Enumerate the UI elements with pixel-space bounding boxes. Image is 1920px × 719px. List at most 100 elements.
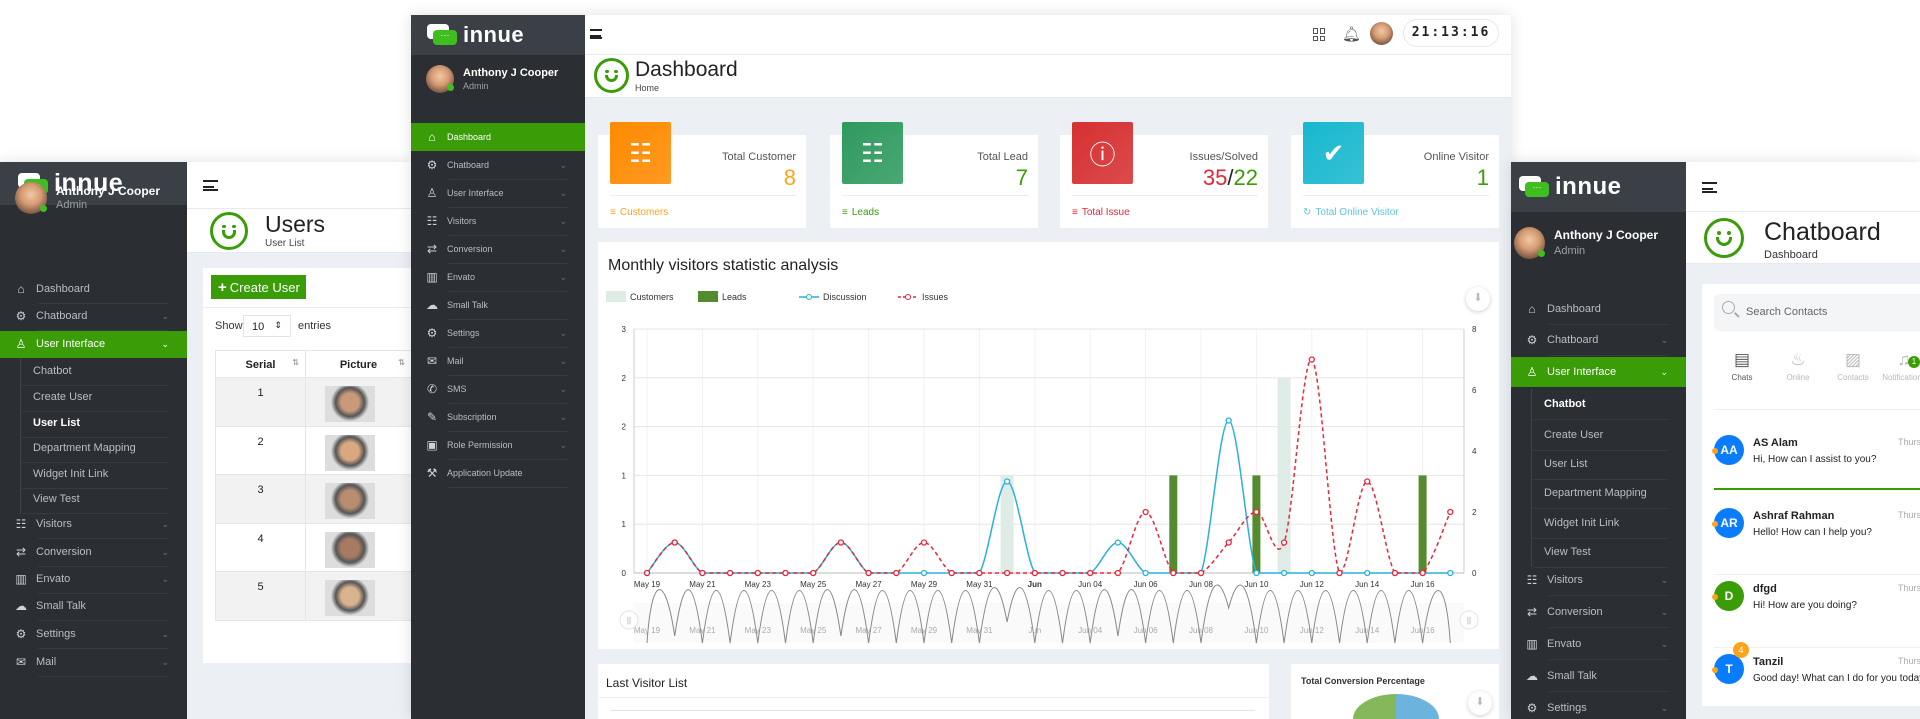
x-axis-tick-label: May 29 [911, 580, 938, 589]
sidebar-subitem-view-test[interactable]: View Test [1511, 537, 1686, 567]
sidebar-subitem-chatbot[interactable]: Chatbot [0, 358, 187, 385]
divider [1549, 355, 1668, 356]
chevron-down-icon: ⌄ [1660, 334, 1668, 345]
sidebar-subitem-label: Widget Init Link [33, 468, 109, 480]
sidebar-subitem-create-user[interactable]: Create User [1511, 420, 1686, 450]
navigator-tick-label: Jun 12 [1300, 626, 1325, 635]
sidebar-item-envato[interactable]: ▥ Envato ⌄ [0, 566, 187, 593]
point-issues [1308, 356, 1315, 363]
sidebar-subitem-label: Chatbot [33, 365, 72, 377]
point-issues [1447, 508, 1454, 516]
chevron-down-icon: ⌄ [1660, 638, 1668, 649]
sidebar-item-small-talk[interactable]: ☁ Small Talk [0, 593, 187, 620]
chat-item[interactable]: T 4 Tanzil Good day! What can I do for you … [1712, 642, 1920, 694]
point-issues [754, 569, 761, 577]
sidebar-item-chatboard[interactable]: ⚙ Chatboard ⌄ [0, 303, 187, 330]
legend-swatch-customers [606, 291, 626, 302]
sidebar-subitem-user-list[interactable]: User List [1511, 449, 1686, 479]
tab-chats[interactable]: ▤ Chats [1712, 350, 1772, 382]
picture-cell [306, 475, 411, 523]
sidebar-item-dashboard[interactable]: ⌂ Dashboard [0, 276, 187, 303]
sidebar-item-chatboard[interactable]: ⚙ Chatboard ⌄ [1511, 325, 1686, 355]
sidebar-item-settings[interactable]: ⚙ Settings ⌄ [1511, 693, 1686, 719]
sidebar-subitem-create-user[interactable]: Create User [0, 384, 187, 411]
sidebar-subitem-user-list[interactable]: User List [0, 410, 187, 437]
message-time: Thurs [1898, 583, 1920, 593]
sidebar-item-conversion[interactable]: ⇄ Conversion ⌄ [0, 539, 187, 566]
entries-select[interactable]: 10 ⇕ [243, 315, 291, 337]
point-issues [976, 569, 983, 577]
sidebar-subitem-label: Widget Init Link [1544, 517, 1620, 529]
navigator-tick-label: Jun 08 [1189, 626, 1214, 635]
sidebar-item-settings[interactable]: ⚙ Settings ⌄ [0, 621, 187, 648]
serial-cell: 2 [216, 426, 306, 475]
users-screen: ···innue Anthony J Cooper Admin ⌂Dashboa… [0, 162, 411, 719]
point-issues [1031, 569, 1038, 577]
sidebar-item-visitors[interactable]: ☷ Visitors ⌄ [1511, 565, 1686, 595]
column-label: Serial [245, 359, 276, 371]
dashboard-screen: ··· innue Anthony J Cooper Admin ⌂ Dashboa… [411, 15, 1511, 719]
sidebar-subitem-widget-init-link[interactable]: Widget Init Link [1511, 508, 1686, 538]
sidebar-item-dashboard[interactable]: ⌂ Dashboard [1511, 294, 1686, 324]
chat-item[interactable]: Ddfgd Hi! How are you doing? Thurs [1712, 581, 1920, 621]
chevron-down-icon: ⌄ [161, 546, 169, 557]
user-picture [325, 483, 375, 520]
sort-icon[interactable]: ⇅ [398, 349, 405, 377]
navigator-tick-label: Jun [1028, 626, 1041, 635]
left-axis-tick-label: 0 [622, 569, 627, 578]
table-header: Serial ⇅ Picture ⇅ [215, 350, 411, 379]
chevron-down-icon: ⌄ [161, 338, 169, 349]
point-issues [1087, 569, 1094, 577]
sidebar-item-user-interface[interactable]: ♙ User Interface ⌄ [0, 330, 187, 358]
point-issues [837, 539, 845, 546]
column-header-serial[interactable]: Serial ⇅ [216, 351, 306, 379]
navigator-tick-label: Jun 16 [1411, 626, 1436, 635]
navigator-tick-label: May 23 [745, 626, 772, 635]
contact-name: AS Alam [1753, 437, 1798, 449]
luggage-icon: ▥ [1526, 637, 1538, 651]
sidebar: ···innue Anthony J Cooper Admin ⌂ Dashboa… [1511, 162, 1686, 719]
sidebar-item-label: Envato [1547, 638, 1582, 650]
sidebar-item-user-interface[interactable]: ♙ User Interface ⌄ [1511, 357, 1686, 387]
x-axis-tick-label: Jun 10 [1244, 580, 1269, 589]
sidebar-item-label: Chatboard [1547, 334, 1599, 346]
x-axis-tick-label: Jun [1028, 580, 1042, 589]
sidebar-subitem-view-test[interactable]: View Test [0, 486, 187, 513]
sidebar-item-label: User Interface [36, 338, 106, 350]
divider [1714, 574, 1920, 575]
search-contacts-input[interactable]: Search Contacts [1714, 294, 1920, 331]
sidebar-item-small-talk[interactable]: ☁ Small Talk [1511, 661, 1686, 691]
point-issues [782, 569, 789, 577]
menu-toggle-icon[interactable] [1702, 182, 1717, 193]
tab-label: Chats [1731, 373, 1753, 382]
sidebar-subitem-chatbot[interactable]: Chatbot [1511, 389, 1686, 419]
chevron-down-icon: ⌄ [1660, 366, 1668, 377]
sidebar-item-conversion[interactable]: ⇄ Conversion ⌄ [1511, 597, 1686, 627]
sidebar-subitem-department-mapping[interactable]: Department Mapping [0, 435, 187, 462]
sidebar-subitem-widget-init-link[interactable]: Widget Init Link [0, 461, 187, 488]
serial-cell: 4 [216, 523, 306, 572]
point-issues [1059, 569, 1066, 577]
pie-download-button[interactable]: ⬇ [1468, 691, 1492, 715]
sidebar-item-label: Visitors [36, 518, 72, 530]
chat-item[interactable]: AR Ashraf Rahman Hello! How can I help you… [1712, 508, 1920, 548]
x-axis-tick-label: Jun 08 [1189, 580, 1214, 589]
sidebar-item-envato[interactable]: ▥ Envato ⌄ [1511, 629, 1686, 659]
sidebar-subitem-label: View Test [1544, 546, 1591, 558]
chat-item[interactable]: AA AS Alam Hi, How can I assist to you? Thu… [1712, 435, 1920, 475]
sort-icon[interactable]: ⇅ [292, 349, 299, 377]
column-header-picture[interactable]: Picture ⇅ [306, 351, 411, 379]
sidebar-item-visitors[interactable]: ☷ Visitors ⌄ [0, 511, 187, 538]
tab-notifications[interactable]: ♫1 Notifications [1874, 350, 1920, 382]
point-issues [1197, 569, 1205, 577]
bar-leads [1418, 475, 1427, 573]
profile-name: Anthony J Cooper [1554, 228, 1658, 242]
create-user-button[interactable]: + Create User [211, 275, 306, 299]
sidebar-subitem-department-mapping[interactable]: Department Mapping [1511, 478, 1686, 508]
sidebar-item-mail[interactable]: ✉ Mail ⌄ [0, 649, 187, 676]
exchange-icon: ⇄ [15, 545, 27, 559]
tab-online[interactable]: ♨ Online [1768, 350, 1828, 382]
sidebar-item-label: Conversion [36, 546, 92, 558]
point-issues [920, 539, 928, 546]
menu-toggle-icon[interactable] [203, 180, 218, 191]
